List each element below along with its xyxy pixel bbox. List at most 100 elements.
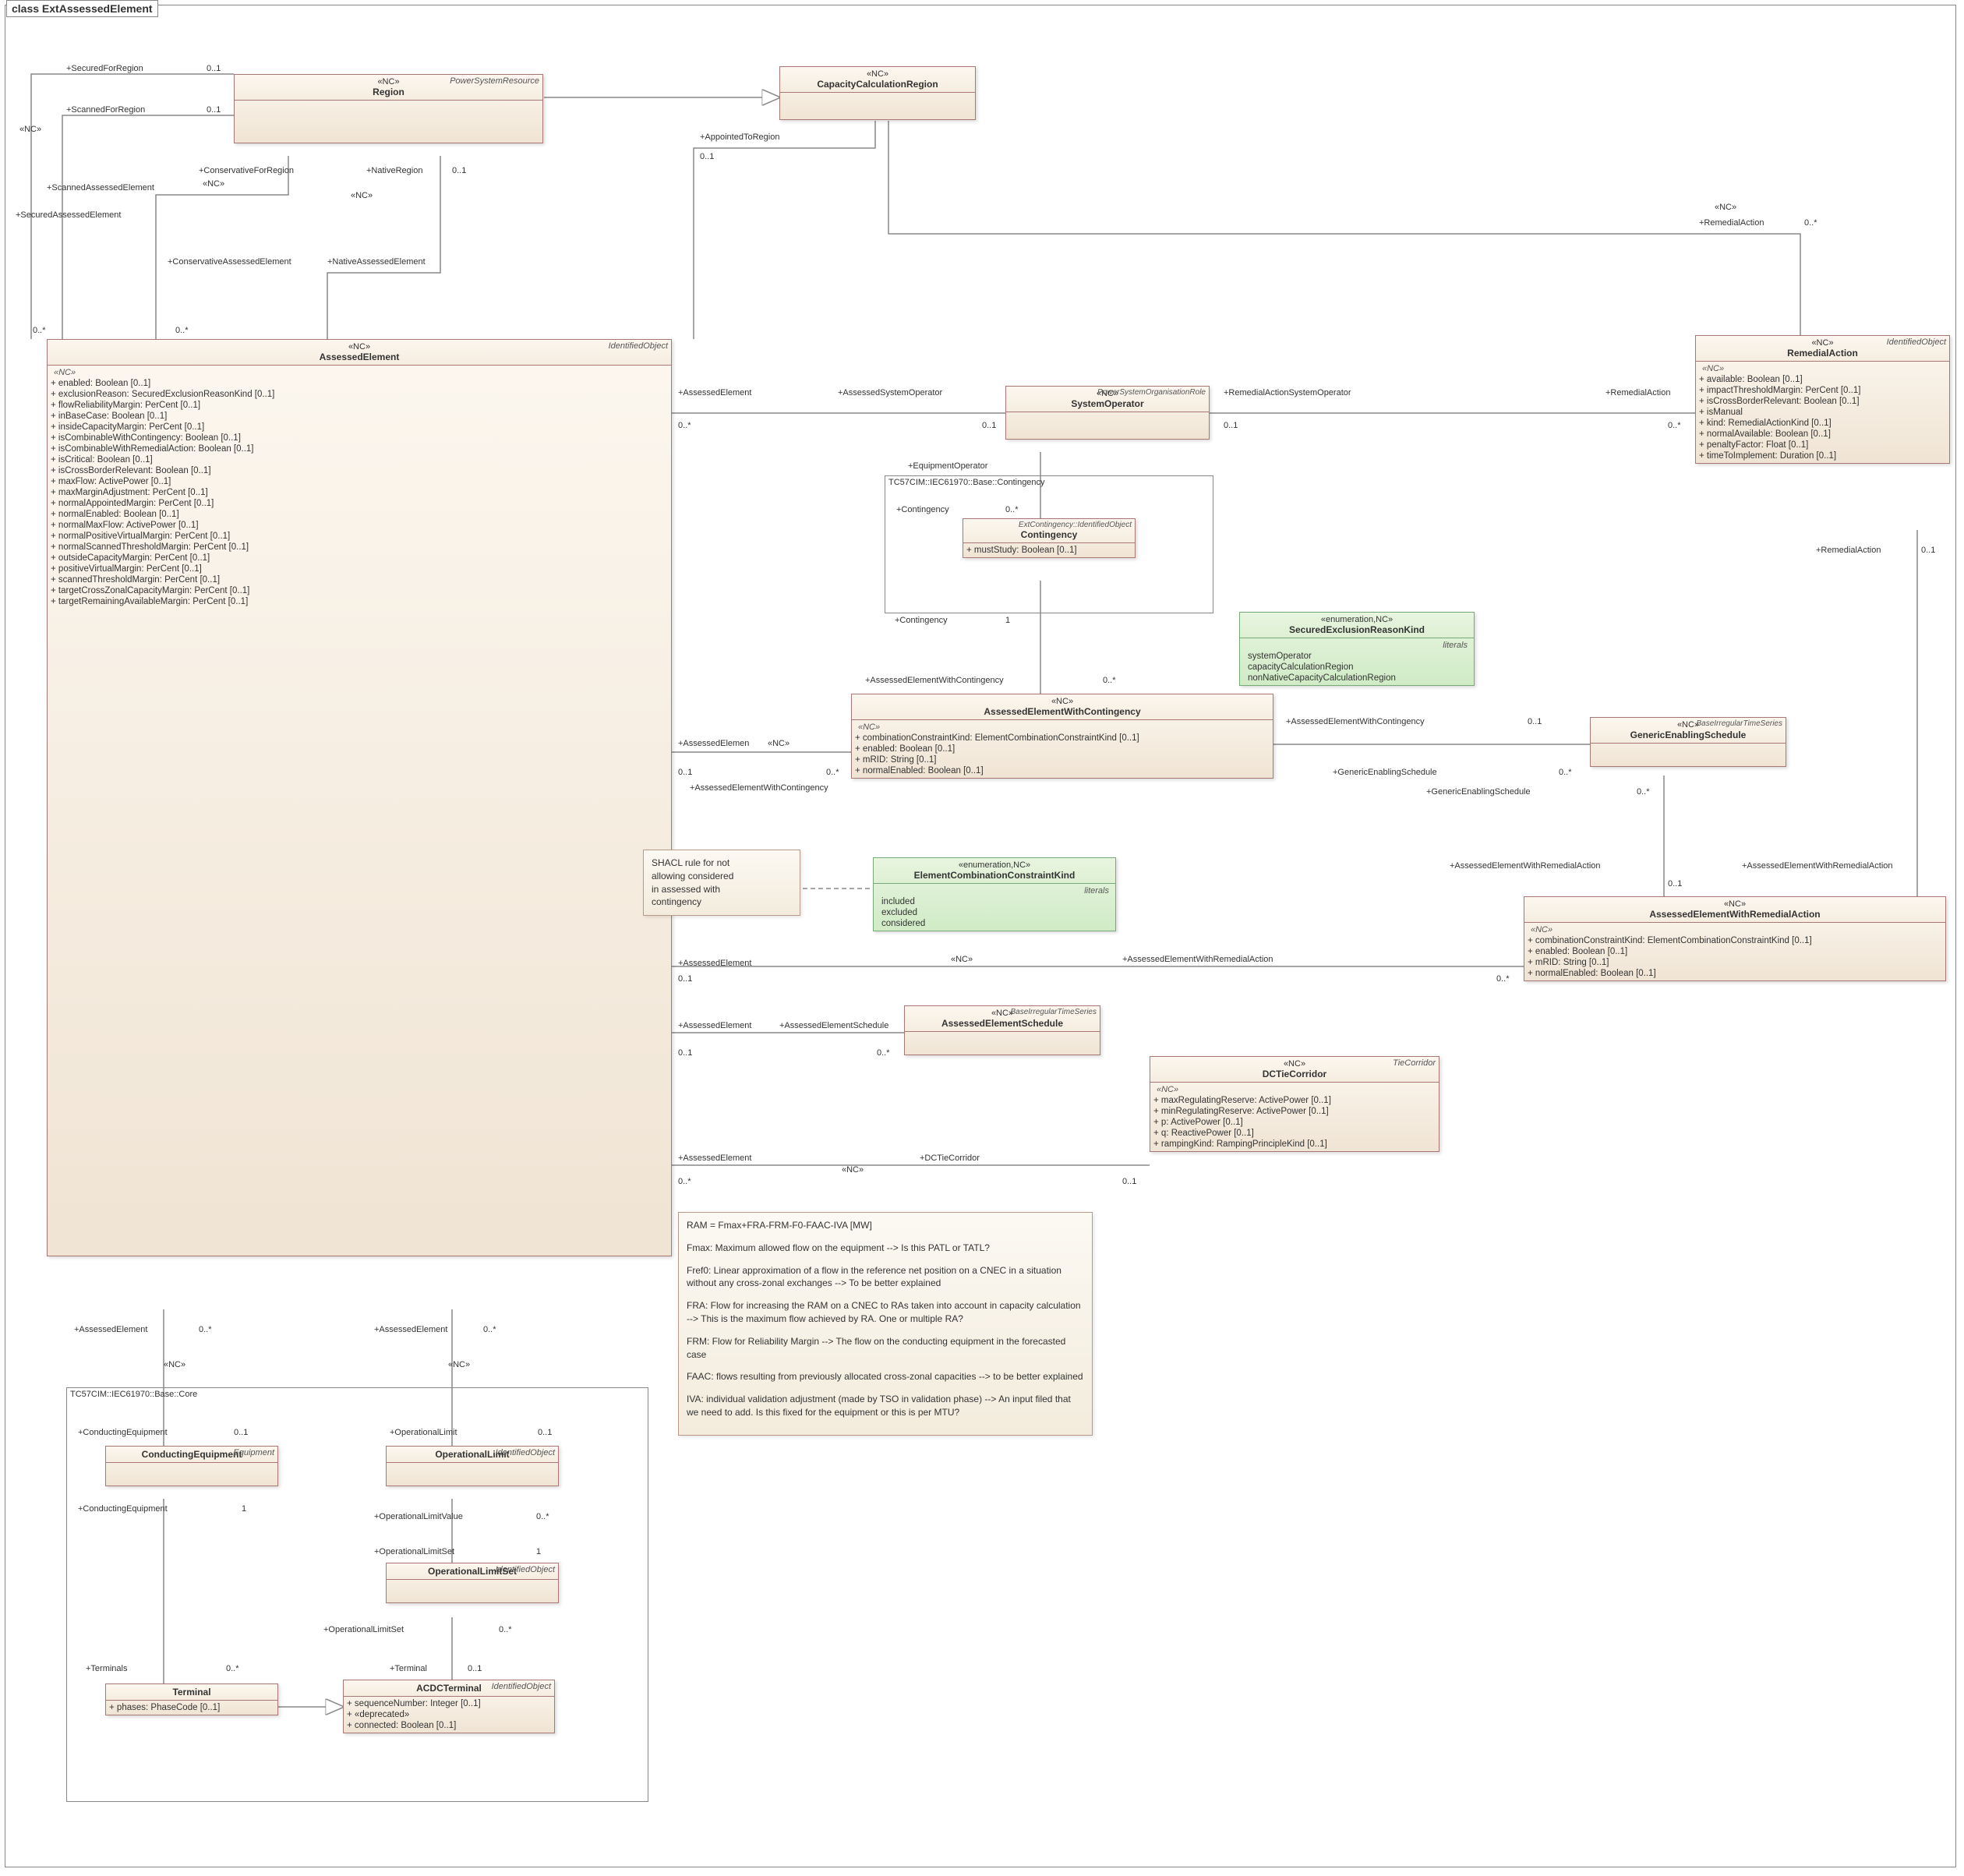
lbl: 0..* [499, 1625, 512, 1634]
lbl: +ConductingEquipment [78, 1428, 168, 1437]
lbl: +DCTieCorridor [920, 1154, 980, 1163]
attr: connected: Boolean [0..1] [347, 1720, 551, 1731]
lbl: «NC» [164, 1360, 185, 1369]
lbl: +RemedialAction [1816, 546, 1881, 555]
lbl: «NC» [203, 179, 224, 189]
lbl: +ConservativeForRegion [199, 166, 294, 175]
lbl: «NC» [448, 1360, 470, 1369]
lbl: +RemedialAction [1605, 388, 1670, 397]
attr: enabled: Boolean [0..1] [1528, 946, 1942, 957]
lbl: +Terminal [390, 1664, 427, 1673]
lbl: 1 [536, 1547, 541, 1556]
attr: mRID: String [0..1] [1528, 957, 1942, 968]
note-shacl: SHACL rule for notallowing consideredin … [643, 850, 800, 916]
attr: targetRemainingAvailableMargin: PerCent … [51, 596, 668, 607]
lbl: 0..* [226, 1664, 239, 1673]
attr: normalPositiveVirtualMargin: PerCent [0.… [51, 531, 668, 542]
enum-ElementCombinationConstraintKind: «enumeration,NC» ElementCombinationConst… [873, 857, 1116, 931]
lbl: 0..1 [678, 974, 692, 984]
attr: insideCapacityMargin: PerCent [0..1] [51, 422, 668, 433]
lbl: +AssessedElement [678, 1021, 751, 1030]
lbl: +AssessedElementWithContingency [1286, 717, 1425, 726]
lbl: 0..1 [678, 768, 692, 777]
lbl: 0..* [1005, 505, 1019, 514]
attr: enabled: Boolean [0..1] [51, 378, 668, 389]
lbl: «NC» [351, 191, 373, 200]
attr: enabled: Boolean [0..1] [855, 744, 1270, 754]
lbl: +GenericEnablingSchedule [1426, 787, 1531, 797]
lbl: +ConservativeAssessedElement [168, 257, 291, 267]
class-AssessedElementWithRemedialAction: «NC» AssessedElementWithRemedialAction «… [1524, 896, 1946, 981]
lbl: +OperationalLimitValue [374, 1512, 463, 1521]
lbl: 0..* [33, 326, 46, 335]
attr: normalScannedThresholdMargin: PerCent [0… [51, 542, 668, 553]
lbl: +AssessedElement [678, 959, 751, 968]
enum-SecuredExclusionReasonKind: «enumeration,NC» SecuredExclusionReasonK… [1239, 612, 1475, 686]
lbl: +Contingency [896, 505, 949, 514]
attr: positiveVirtualMargin: PerCent [0..1] [51, 564, 668, 574]
attr: exclusionReason: SecuredExclusionReasonK… [51, 389, 668, 400]
attr: sequenceNumber: Integer [0..1] [347, 1698, 551, 1709]
class-RemedialAction: IdentifiedObject «NC» RemedialAction «NC… [1695, 335, 1950, 464]
class-Region: PowerSystemResource «NC» Region [234, 74, 543, 143]
attr: isCrossBorderRelevant: Boolean [0..1] [51, 465, 668, 476]
lbl: «NC» [951, 955, 973, 964]
lbl: 0..1 [1224, 421, 1238, 430]
lbl: +AssessedElementWithRemedialAction [1742, 861, 1893, 871]
attr: normalAvailable: Boolean [0..1] [1699, 429, 1946, 440]
lbl: 0..* [826, 768, 839, 777]
lbl: 0..1 [678, 1048, 692, 1058]
attr: nonNativeCapacityCalculationRegion [1243, 673, 1471, 684]
attr: p: ActivePower [0..1] [1153, 1117, 1436, 1128]
lbl: +AssessedElement [374, 1325, 447, 1334]
lbl: +OperationalLimitSet [374, 1547, 454, 1556]
class-OperationalLimit: IdentifiedObject OperationalLimit [386, 1446, 559, 1486]
lbl: +AssessedSystemOperator [838, 388, 942, 397]
attr: normalMaxFlow: ActivePower [0..1] [51, 520, 668, 531]
attr: normalAppointedMargin: PerCent [0..1] [51, 498, 668, 509]
attr: kind: RemedialActionKind [0..1] [1699, 418, 1946, 429]
class-ACDCTerminal: IdentifiedObject ACDCTerminal sequenceNu… [343, 1680, 555, 1733]
attr: combinationConstraintKind: ElementCombin… [1528, 935, 1942, 946]
attr: inBaseCase: Boolean [0..1] [51, 411, 668, 422]
lbl: +AssessedElement [74, 1325, 147, 1334]
class-Contingency: ExtContingency::IdentifiedObject Conting… [963, 518, 1136, 558]
lbl: «NC» [842, 1165, 864, 1175]
lbl: «NC» [768, 739, 789, 748]
attr: isCombinableWithContingency: Boolean [0.… [51, 433, 668, 443]
attr: isCombinableWithRemedialAction: Boolean … [51, 443, 668, 454]
lbl: 0..* [483, 1325, 496, 1334]
lbl: 0..1 [538, 1428, 552, 1437]
lbl: +Terminals [86, 1664, 128, 1673]
attr: maxMarginAdjustment: PerCent [0..1] [51, 487, 668, 498]
attr: maxRegulatingReserve: ActivePower [0..1] [1153, 1095, 1436, 1106]
lbl: +AssessedElementWithContingency [690, 783, 828, 793]
lbl: 0..* [1103, 676, 1116, 685]
class-CapacityCalculationRegion: «NC» CapacityCalculationRegion [779, 66, 976, 120]
lbl: 0..* [536, 1512, 549, 1521]
lbl: +RemedialActionSystemOperator [1224, 388, 1351, 397]
attr: normalEnabled: Boolean [0..1] [51, 509, 668, 520]
lbl: +AssessedElementWithRemedialAction [1122, 955, 1273, 964]
class-SystemOperator: PowerSystemOrganisationRole «NC» SystemO… [1005, 386, 1210, 440]
lbl: 1 [242, 1504, 246, 1514]
lbl: +AppointedToRegion [700, 132, 779, 142]
lbl: 0..* [1637, 787, 1650, 797]
lbl: 0..* [678, 1177, 691, 1186]
attr: minRegulatingReserve: ActivePower [0..1] [1153, 1106, 1436, 1117]
attr: impactThresholdMargin: PerCent [0..1] [1699, 385, 1946, 396]
lbl: +OperationalLimit [390, 1428, 457, 1437]
lbl: 0..* [1804, 218, 1817, 228]
lbl: 0..1 [982, 421, 996, 430]
lbl: +ScannedAssessedElement [47, 183, 154, 193]
lbl: 0..1 [1528, 717, 1542, 726]
lbl: 0..* [877, 1048, 890, 1058]
lbl: 0..1 [207, 64, 221, 73]
class-ConductingEquipment: Equipment ConductingEquipment [105, 1446, 278, 1486]
note-formula: RAM = Fmax+FRA-FRM-F0-FAAC-IVA [MW]Fmax:… [678, 1212, 1093, 1436]
attr: considered [877, 918, 1112, 929]
attr: «deprecated» [347, 1709, 551, 1720]
lbl: +SecuredForRegion [66, 64, 143, 73]
lbl: +EquipmentOperator [908, 461, 987, 471]
attr: targetCrossZonalCapacityMargin: PerCent … [51, 585, 668, 596]
